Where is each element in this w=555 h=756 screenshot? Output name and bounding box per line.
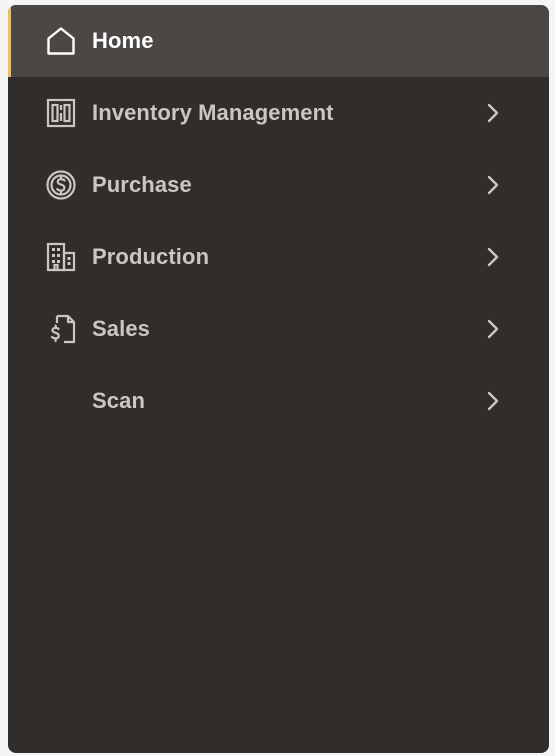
- nav-item-label: Scan: [92, 388, 145, 413]
- nav-item-label: Inventory Management: [92, 100, 334, 125]
- navigation-menu: Home Inventory Management Purchase Produ…: [8, 5, 549, 753]
- nav-item-scan[interactable]: Scan: [8, 365, 549, 437]
- nav-item-sales[interactable]: Sales: [8, 293, 549, 365]
- home-icon: [45, 25, 77, 57]
- chevron-right-icon[interactable]: [484, 246, 502, 268]
- nav-item-label: Home: [92, 28, 154, 53]
- nav-item-inventory-management[interactable]: Inventory Management: [8, 77, 549, 149]
- dollar-circle-icon: [45, 169, 77, 201]
- nav-item-label: Purchase: [92, 172, 192, 197]
- nav-item-label: Production: [92, 244, 210, 269]
- inventory-icon: [45, 97, 77, 129]
- building-icon: [45, 241, 77, 273]
- chevron-right-icon[interactable]: [484, 174, 502, 196]
- nav-item-purchase[interactable]: Purchase: [8, 149, 549, 221]
- nav-item-label: Sales: [92, 316, 150, 341]
- sales-document-icon: [45, 313, 77, 345]
- chevron-right-icon[interactable]: [484, 318, 502, 340]
- chevron-right-icon[interactable]: [484, 102, 502, 124]
- nav-item-home[interactable]: Home: [8, 5, 549, 77]
- nav-item-production[interactable]: Production: [8, 221, 549, 293]
- chevron-right-icon[interactable]: [484, 390, 502, 412]
